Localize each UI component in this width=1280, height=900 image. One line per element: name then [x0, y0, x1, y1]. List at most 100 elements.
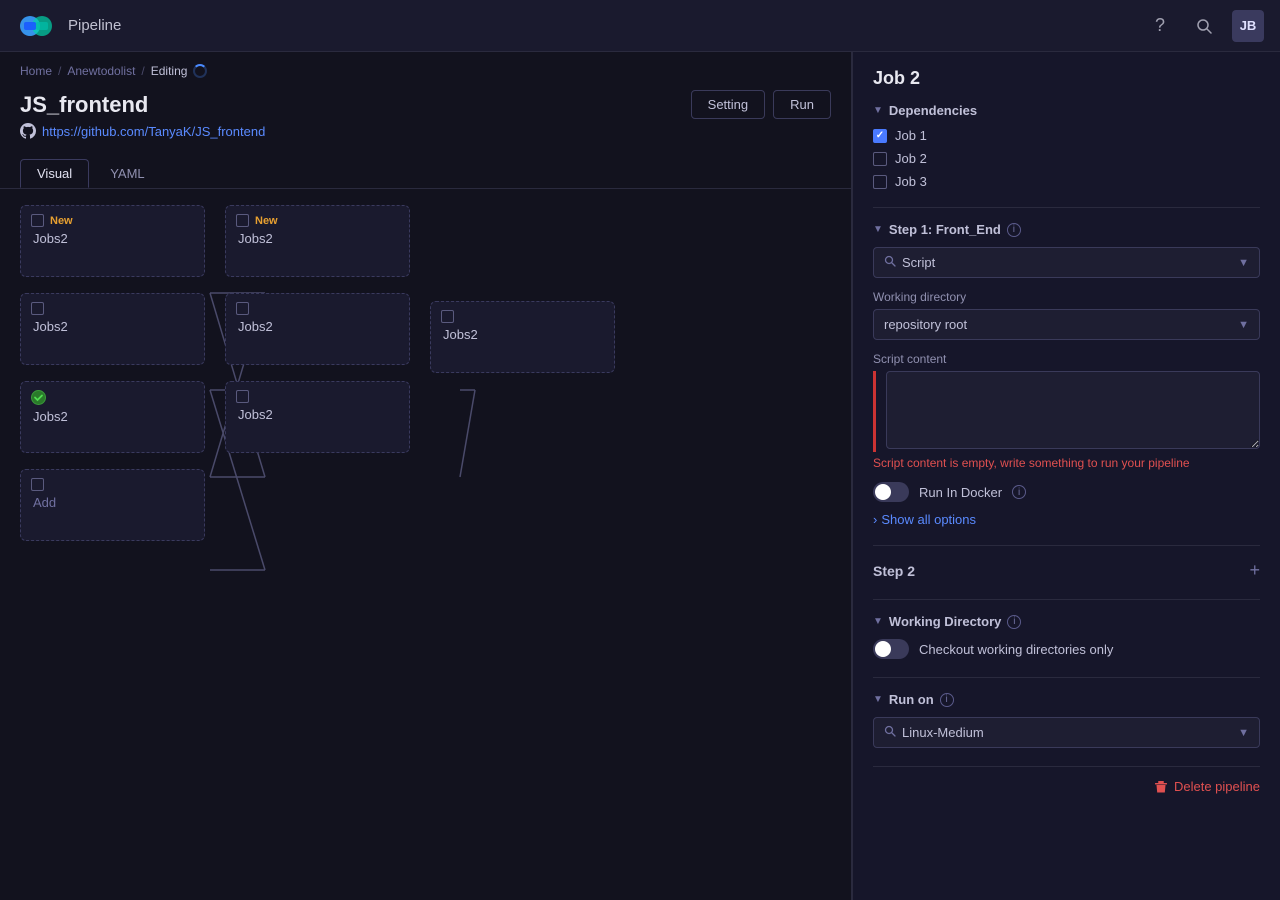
step2-header: Step 2 +: [873, 560, 1260, 581]
script-content-input[interactable]: [886, 371, 1260, 449]
script-content-border: [873, 371, 1260, 452]
node-n3[interactable]: Jobs2: [20, 381, 205, 453]
dep-item-job1: Job 1: [873, 128, 1260, 143]
divider-1: [873, 207, 1260, 208]
run-on-chevron-select-icon: ▼: [1238, 727, 1249, 739]
step1-header[interactable]: ▼ Step 1: Front_End i: [873, 222, 1260, 237]
breadcrumb-project[interactable]: Anewtodolist: [67, 64, 135, 78]
run-on-header[interactable]: ▼ Run on i: [873, 692, 1260, 707]
node-n7[interactable]: Jobs2: [225, 381, 410, 453]
docker-toggle[interactable]: [873, 482, 909, 502]
delete-pipeline-label: Delete pipeline: [1174, 779, 1260, 794]
breadcrumb: Home / Anewtodolist / Editing: [0, 52, 851, 82]
docker-toggle-knob: [875, 484, 891, 500]
runner-value: Script: [902, 255, 935, 270]
run-on-section: ▼ Run on i Linux-Medium ▼: [873, 692, 1260, 748]
runner-field-group: Script ▼: [873, 247, 1260, 278]
checkout-toggle[interactable]: [873, 639, 909, 659]
settings-button[interactable]: Setting: [691, 90, 765, 119]
working-directory-chevron-icon: ▼: [873, 616, 883, 627]
run-on-search-icon: [884, 725, 896, 740]
docker-toggle-row: Run In Docker i: [873, 482, 1260, 502]
node-name-n5: Jobs2: [236, 231, 399, 246]
dep-checkbox-job3[interactable]: [873, 175, 887, 189]
job-title: Job 2: [873, 68, 1260, 89]
working-dir-chevron-icon: ▼: [1238, 319, 1249, 331]
working-dir-select[interactable]: repository root ▼: [873, 309, 1260, 340]
divider-2: [873, 545, 1260, 546]
node-name-n7: Jobs2: [236, 407, 399, 422]
working-directory-title: Working Directory: [889, 614, 1001, 629]
node-checkbox-n2: [31, 302, 44, 315]
trash-icon: [1154, 780, 1168, 794]
dep-checkbox-job1[interactable]: [873, 129, 887, 143]
step2-add-button[interactable]: +: [1249, 560, 1260, 581]
docker-info-icon[interactable]: i: [1012, 485, 1026, 499]
node-n8[interactable]: Jobs2: [430, 301, 615, 373]
script-content-label: Script content: [873, 352, 1260, 366]
working-directory-header[interactable]: ▼ Working Directory i: [873, 614, 1260, 629]
step1-info-icon[interactable]: i: [1007, 223, 1021, 237]
node-n1[interactable]: New Jobs2: [20, 205, 205, 277]
project-actions: Setting Run: [691, 90, 831, 119]
checkout-toggle-knob: [875, 641, 891, 657]
delete-pipeline-button[interactable]: Delete pipeline: [1154, 779, 1260, 794]
github-icon: [20, 123, 36, 139]
runner-select[interactable]: Script ▼: [873, 247, 1260, 278]
run-on-title: Run on: [889, 692, 934, 707]
run-on-chevron-icon: ▼: [873, 694, 883, 705]
project-name: JS_frontend: [20, 92, 148, 118]
node-checkbox-n5: [236, 214, 249, 227]
step1-title: Step 1: Front_End: [889, 222, 1001, 237]
run-on-info-icon[interactable]: i: [940, 693, 954, 707]
run-on-select-inner: Linux-Medium: [884, 725, 1238, 740]
dep-label-job2: Job 2: [895, 151, 927, 166]
runner-select-inner: Script: [884, 255, 1238, 270]
step1-section: ▼ Step 1: Front_End i: [873, 222, 1260, 527]
node-name-n8: Jobs2: [441, 327, 604, 342]
step2-section: Step 2 +: [873, 560, 1260, 581]
checkout-toggle-row: Checkout working directories only: [873, 639, 1260, 659]
dependencies-header[interactable]: ▼ Dependencies: [873, 103, 1260, 118]
working-dir-label: Working directory: [873, 290, 1260, 304]
dep-item-job2: Job 2: [873, 151, 1260, 166]
pipeline-canvas: New Jobs2 Jobs2: [0, 189, 851, 900]
project-title-row: JS_frontend Setting Run: [20, 90, 831, 119]
node-checkbox-n6: [236, 302, 249, 315]
search-icon: [1196, 18, 1212, 34]
green-check-icon: [31, 390, 46, 405]
dep-checkbox-job2[interactable]: [873, 152, 887, 166]
step1-chevron-icon: ▼: [873, 224, 883, 235]
tab-visual[interactable]: Visual: [20, 159, 89, 188]
tab-yaml[interactable]: YAML: [93, 159, 161, 188]
node-add[interactable]: Add: [20, 469, 205, 541]
script-content-field-group: Script content Script content is empty, …: [873, 352, 1260, 470]
run-on-select[interactable]: Linux-Medium ▼: [873, 717, 1260, 748]
node-n6[interactable]: Jobs2: [225, 293, 410, 365]
left-panel: Home / Anewtodolist / Editing JS_fronten…: [0, 52, 852, 900]
divider-3: [873, 599, 1260, 600]
node-checkbox-add: [31, 478, 44, 491]
step2-title: Step 2: [873, 563, 915, 579]
delete-pipeline-row: Delete pipeline: [873, 766, 1260, 798]
run-button[interactable]: Run: [773, 90, 831, 119]
user-avatar-button[interactable]: JB: [1232, 10, 1264, 42]
loading-spinner: [193, 64, 207, 78]
dep-label-job1: Job 1: [895, 128, 927, 143]
show-options-link[interactable]: › Show all options: [873, 512, 1260, 527]
working-directory-info-icon[interactable]: i: [1007, 615, 1021, 629]
node-n5[interactable]: New Jobs2: [225, 205, 410, 277]
github-link[interactable]: https://github.com/TanyaK/JS_frontend: [42, 124, 265, 139]
breadcrumb-home[interactable]: Home: [20, 64, 52, 78]
show-options-chevron-icon: ›: [873, 512, 877, 527]
node-n2[interactable]: Jobs2: [20, 293, 205, 365]
run-on-value: Linux-Medium: [902, 725, 984, 740]
project-link-row: https://github.com/TanyaK/JS_frontend: [20, 123, 831, 139]
node-name-add: Add: [31, 495, 194, 510]
help-button[interactable]: ?: [1144, 10, 1176, 42]
dep-label-job3: Job 3: [895, 174, 927, 189]
tabs-row: Visual YAML: [0, 151, 851, 189]
right-panel: Job 2 ▼ Dependencies Job 1 Job 2: [852, 52, 1280, 900]
search-button[interactable]: [1188, 10, 1220, 42]
working-directory-section: ▼ Working Directory i Checkout working d…: [873, 614, 1260, 659]
